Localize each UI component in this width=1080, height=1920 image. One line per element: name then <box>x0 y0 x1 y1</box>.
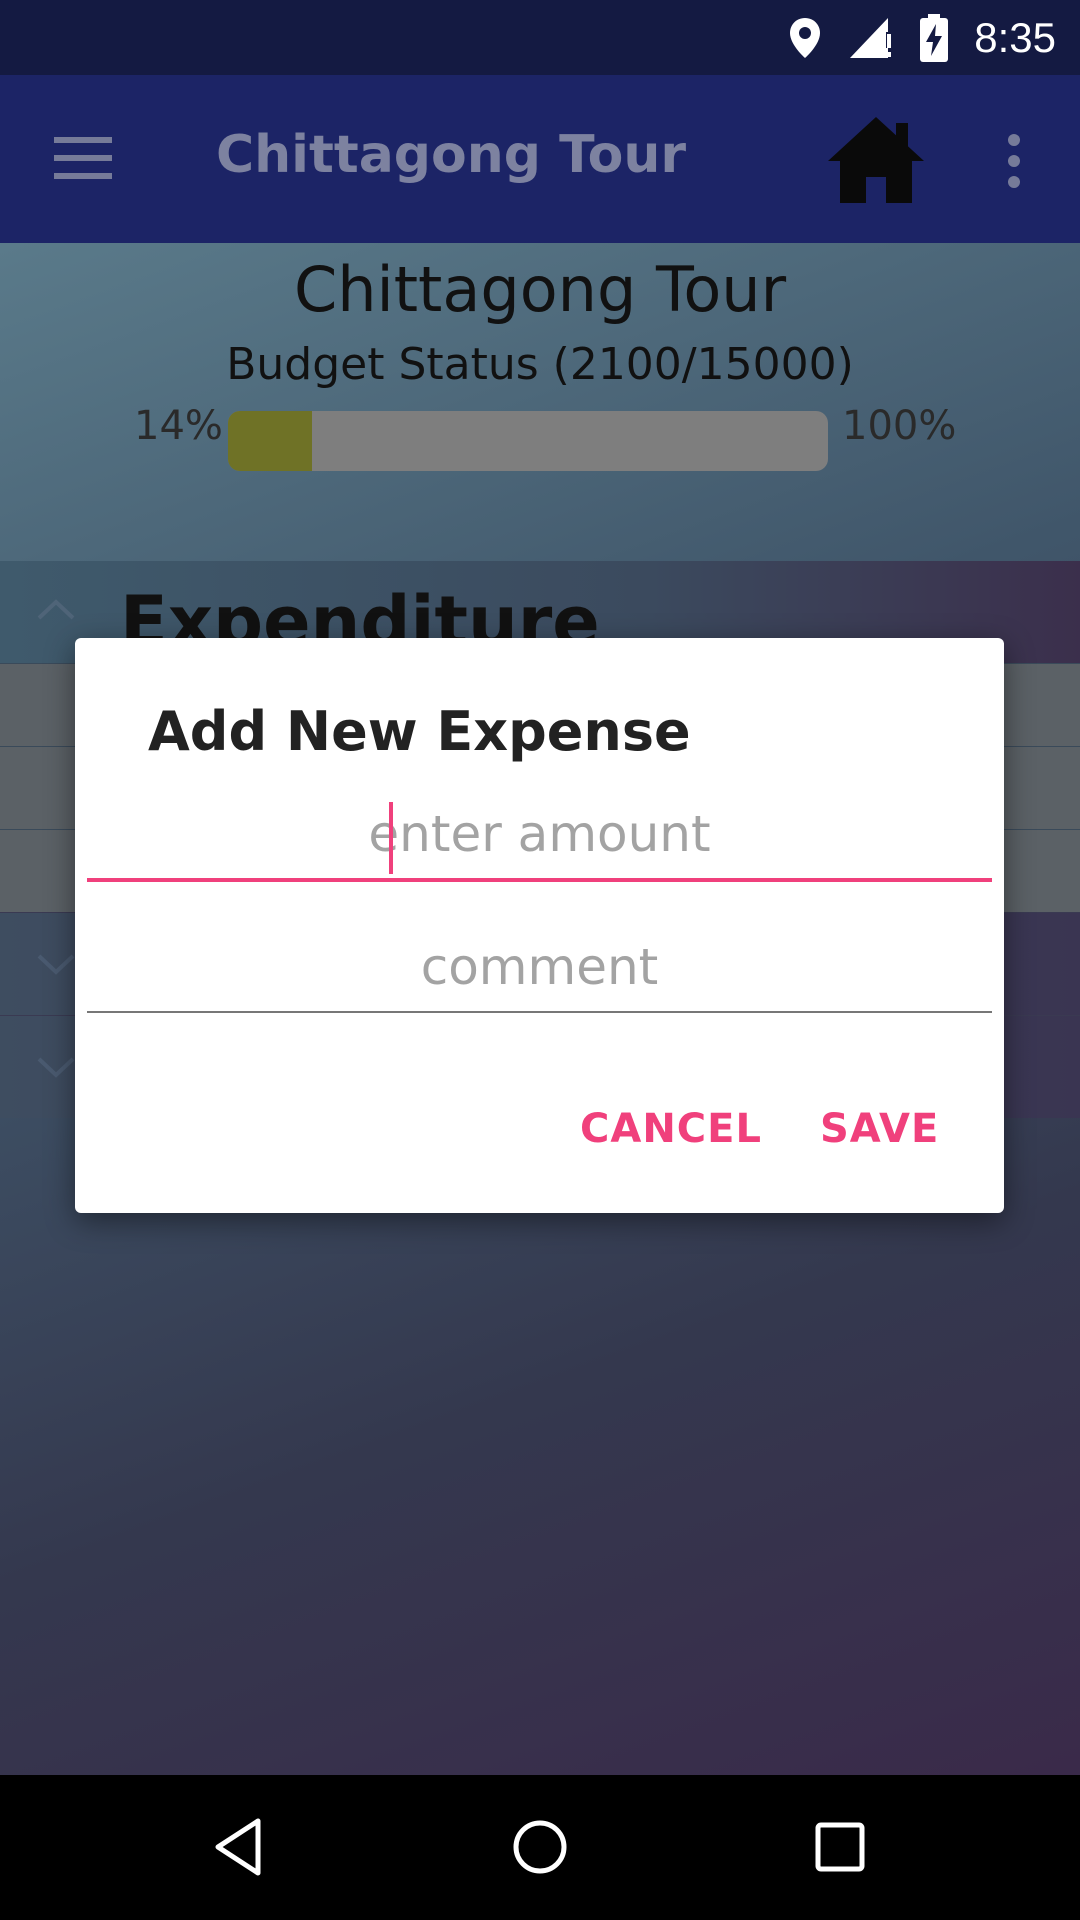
overflow-menu-icon[interactable] <box>1000 133 1028 189</box>
battery-charging-icon <box>920 13 949 62</box>
chevron-down-icon <box>37 954 75 975</box>
progress-min-label: 14% <box>134 403 223 449</box>
home-circle-icon[interactable] <box>508 1815 572 1879</box>
recents-icon[interactable] <box>808 1815 872 1879</box>
comment-input[interactable] <box>87 931 992 1003</box>
dialog-title: Add New Expense <box>148 700 691 763</box>
back-icon[interactable] <box>208 1815 272 1879</box>
home-icon[interactable] <box>826 115 926 205</box>
save-button[interactable]: SAVE <box>820 1106 939 1152</box>
add-expense-dialog: Add New Expense CANCEL SAVE <box>75 638 1004 1213</box>
menu-icon[interactable] <box>54 135 112 181</box>
budget-progress-bar <box>228 411 828 471</box>
app-bar: Chittagong Tour <box>0 75 1080 243</box>
progress-max-label: 100% <box>842 403 957 449</box>
navigation-bar <box>0 1775 1080 1920</box>
screen: 8:35 Chittagong Tour Chittagong Tour Bud… <box>0 0 1080 1920</box>
chevron-down-icon <box>37 1057 75 1078</box>
chevron-up-icon <box>37 599 75 620</box>
amount-field <box>87 798 992 882</box>
text-cursor <box>389 802 393 874</box>
budget-status: Budget Status (2100/15000) <box>226 339 854 390</box>
status-time: 8:35 <box>974 13 1056 61</box>
location-pin-icon <box>790 17 821 58</box>
signal-icon <box>850 17 892 58</box>
status-bar: 8:35 <box>0 0 1080 75</box>
comment-field <box>87 931 992 1013</box>
amount-input[interactable] <box>87 798 992 870</box>
budget-progress-fill <box>228 411 312 471</box>
tour-title: Chittagong Tour <box>293 253 787 326</box>
app-title: Chittagong Tour <box>216 125 687 185</box>
status-icons: 8:35 <box>788 0 1056 75</box>
cancel-button[interactable]: CANCEL <box>580 1106 762 1152</box>
